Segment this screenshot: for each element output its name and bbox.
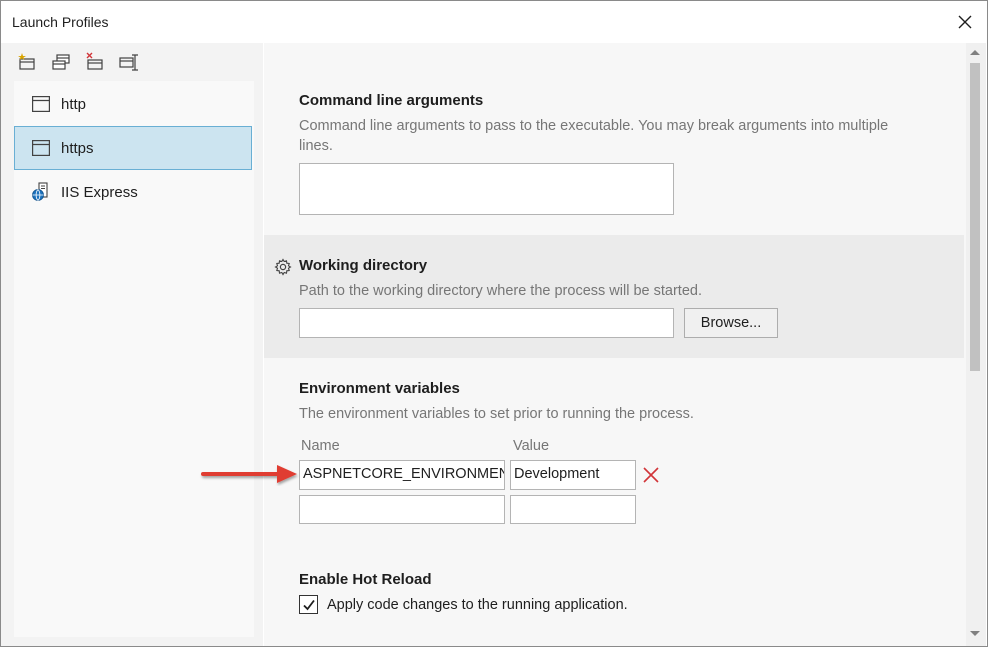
rename-profile-button[interactable] xyxy=(117,50,141,74)
copy-profile-icon xyxy=(52,54,70,70)
working-directory-section: Working directory Path to the working di… xyxy=(264,235,964,358)
profiles-toolbar xyxy=(15,49,141,75)
profile-item-https[interactable]: https xyxy=(14,126,252,170)
rename-profile-icon xyxy=(119,54,138,71)
scrollbar-thumb[interactable] xyxy=(970,63,980,371)
profile-label: IIS Express xyxy=(61,183,138,201)
environment-description: The environment variables to set prior t… xyxy=(299,406,694,422)
title-bar: Launch Profiles xyxy=(1,1,987,43)
scroll-up-icon xyxy=(970,50,980,55)
command-line-input[interactable] xyxy=(299,163,674,215)
working-directory-input[interactable] xyxy=(299,308,674,338)
profile-label: https xyxy=(61,139,94,157)
command-line-title: Command line arguments xyxy=(299,92,484,109)
copy-profile-button[interactable] xyxy=(49,50,73,74)
checkmark-icon xyxy=(302,599,315,610)
environment-title: Environment variables xyxy=(299,380,460,397)
close-icon xyxy=(958,15,972,29)
launch-profiles-dialog: Launch Profiles http https IIS Express C… xyxy=(0,0,988,647)
profile-label: http xyxy=(61,95,87,113)
gear-icon xyxy=(274,258,292,276)
env-name-input[interactable]: ASPNETCORE_ENVIRONMENT xyxy=(299,460,505,490)
env-name-input[interactable] xyxy=(299,495,505,524)
profile-item-iis-express[interactable]: IIS Express xyxy=(15,171,251,213)
working-directory-description: Path to the working directory where the … xyxy=(299,283,702,299)
profiles-pane: http https IIS Express xyxy=(1,43,263,646)
new-profile-icon xyxy=(18,53,35,70)
remove-variable-button[interactable] xyxy=(640,464,662,486)
hot-reload-title: Enable Hot Reload xyxy=(299,571,432,588)
name-column-header: Name xyxy=(301,438,340,454)
working-directory-title: Working directory xyxy=(299,257,428,274)
hot-reload-checkbox[interactable] xyxy=(299,595,318,614)
window-icon xyxy=(31,138,51,158)
command-line-description: Command line arguments to pass to the ex… xyxy=(299,118,889,154)
hot-reload-checkbox-label[interactable]: Apply code changes to the running applic… xyxy=(327,597,628,613)
new-profile-button[interactable] xyxy=(15,50,39,74)
close-button[interactable] xyxy=(954,11,976,33)
profile-item-http[interactable]: http xyxy=(15,83,251,125)
env-value-input[interactable] xyxy=(510,495,636,524)
scroll-down-icon xyxy=(970,631,980,636)
delete-profile-button[interactable] xyxy=(83,50,107,74)
globe-server-icon xyxy=(31,182,51,202)
value-column-header: Value xyxy=(513,438,550,454)
profiles-list: http https IIS Express xyxy=(14,81,254,637)
delete-profile-icon xyxy=(86,52,103,70)
command-line-section: Command line arguments Command line argu… xyxy=(264,43,964,233)
callout-arrow-icon xyxy=(201,465,297,483)
browse-button[interactable]: Browse... xyxy=(684,308,778,338)
dialog-title: Launch Profiles xyxy=(12,14,109,30)
vertical-scrollbar[interactable] xyxy=(966,43,986,646)
window-icon xyxy=(31,94,51,114)
delete-x-icon xyxy=(643,467,659,483)
profile-settings-pane: Command line arguments Command line argu… xyxy=(264,43,966,646)
env-value-input[interactable]: Development xyxy=(510,460,636,490)
